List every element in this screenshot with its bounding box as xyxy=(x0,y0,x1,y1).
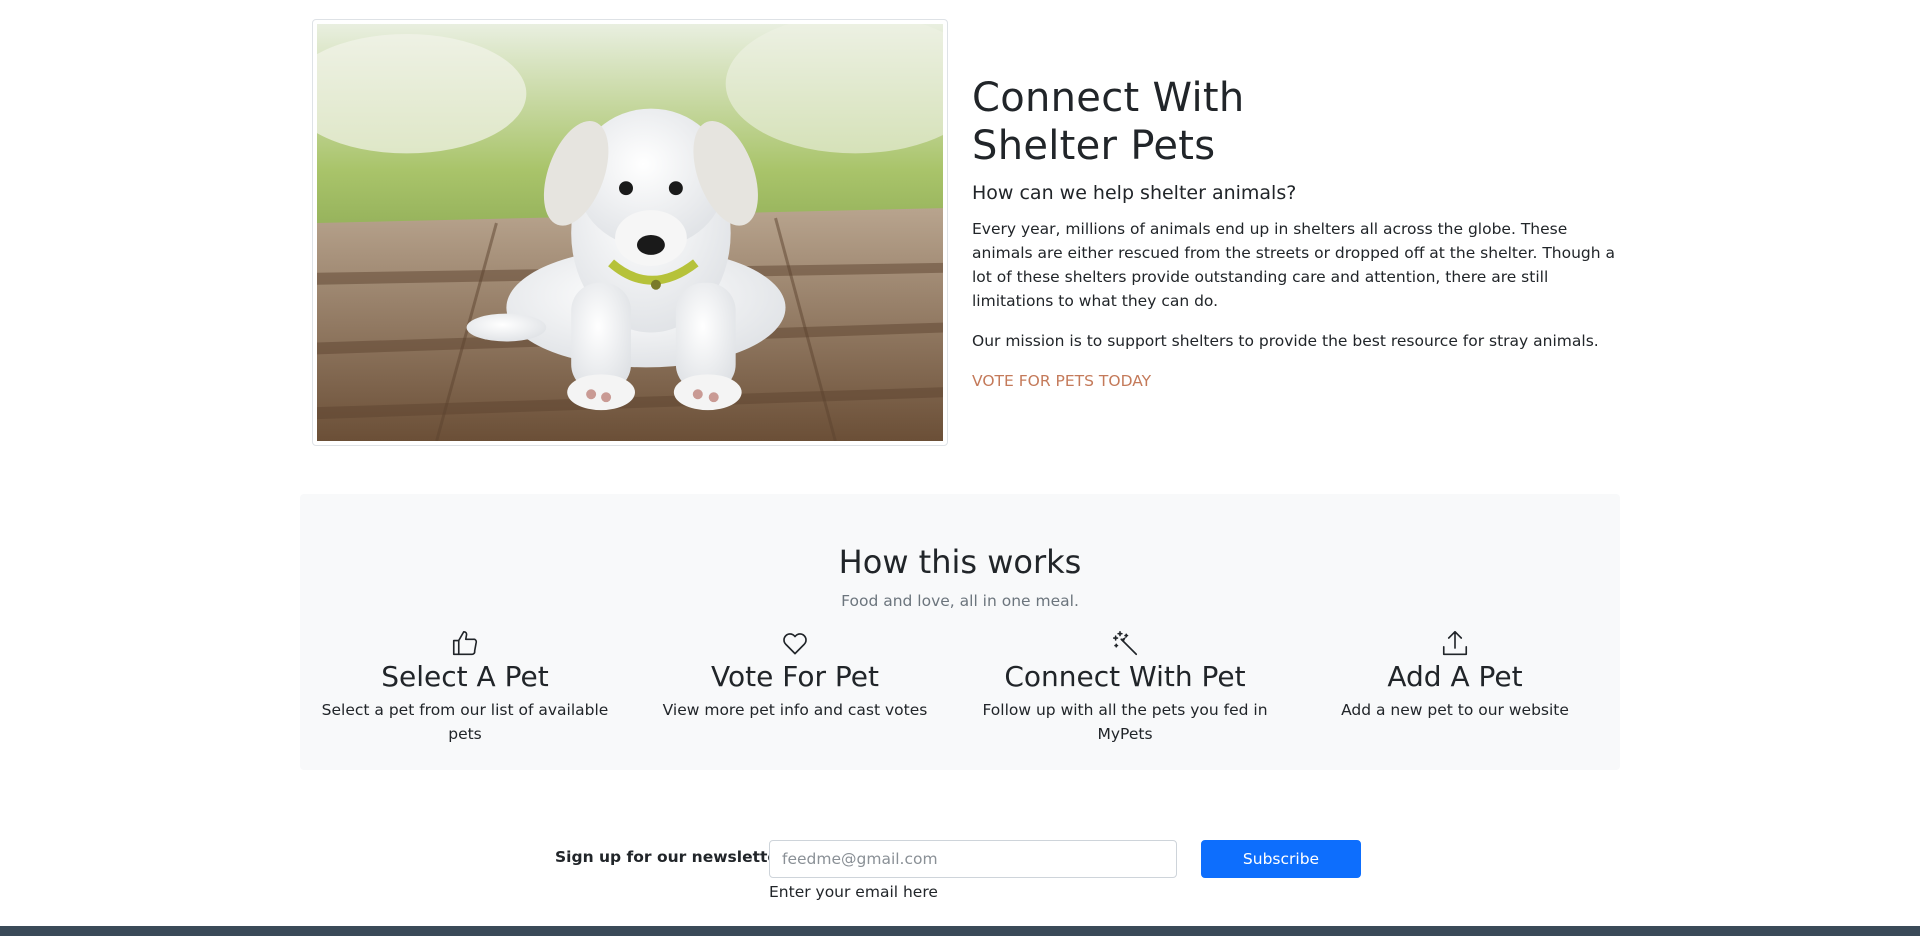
puppy-photo xyxy=(317,24,943,441)
feature-description: Add a new pet to our website xyxy=(1341,701,1569,719)
email-help-text: Enter your email here xyxy=(769,883,938,901)
feature-add-pet: Add A Pet Add a new pet to our website xyxy=(1290,628,1620,722)
subscribe-button[interactable]: Subscribe xyxy=(1201,840,1361,878)
hero-subtitle: How can we help shelter animals? xyxy=(972,182,1297,204)
hero-title: Connect With Shelter Pets xyxy=(972,74,1620,170)
vote-for-pets-link[interactable]: Vote for pets today xyxy=(972,369,1151,393)
section-subtitle: Food and love, all in one meal. xyxy=(841,592,1079,610)
feature-description: Follow up with all the pets you fed in M… xyxy=(982,701,1268,743)
feature-select-pet: Select A Pet Select a pet from our list … xyxy=(300,628,630,746)
how-this-works-section: How this works Food and love, all in one… xyxy=(300,494,1620,770)
feature-title: Select A Pet xyxy=(381,660,549,693)
thumbs-up-icon xyxy=(450,628,480,658)
feature-vote-pet: Vote For Pet View more pet info and cast… xyxy=(630,628,960,722)
feature-title: Connect With Pet xyxy=(1004,660,1246,693)
newsletter-email-input[interactable] xyxy=(769,840,1177,878)
heart-icon xyxy=(780,628,810,658)
footer-bar xyxy=(0,926,1920,936)
section-title: How this works xyxy=(838,543,1082,581)
hero-puppy-image xyxy=(312,19,948,446)
feature-description: View more pet info and cast votes xyxy=(662,701,928,719)
newsletter-label: Sign up for our newsletter xyxy=(555,848,786,866)
feature-title: Add A Pet xyxy=(1387,660,1523,693)
hero-paragraph-mission: Our mission is to support shelters to pr… xyxy=(972,332,1599,350)
hero-title-line2: Shelter Pets xyxy=(972,123,1216,169)
hero-paragraph-intro: Every year, millions of animals end up i… xyxy=(972,220,1616,310)
hero-title-line1: Connect With xyxy=(972,75,1245,121)
feature-title: Vote For Pet xyxy=(711,660,879,693)
hero-text-block: Connect With Shelter Pets How can we hel… xyxy=(972,74,1620,393)
feature-description: Select a pet from our list of available … xyxy=(321,701,609,743)
upload-icon xyxy=(1440,628,1470,658)
feature-connect-pet: Connect With Pet Follow up with all the … xyxy=(960,628,1290,746)
magic-wand-icon xyxy=(1110,628,1140,658)
